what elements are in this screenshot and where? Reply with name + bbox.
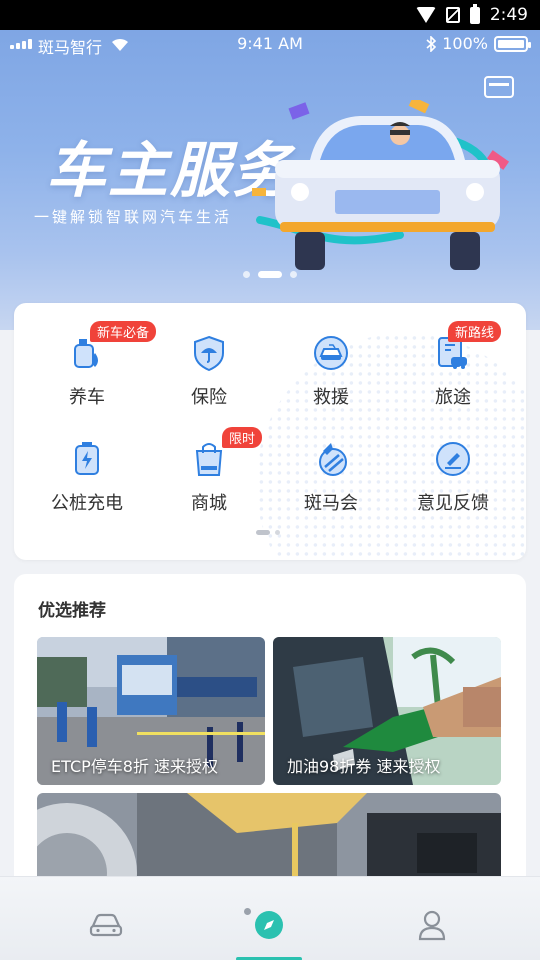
battery-percent: 100% bbox=[442, 34, 488, 53]
compass-icon bbox=[255, 911, 283, 939]
services-pagination bbox=[256, 530, 280, 535]
battery-icon bbox=[494, 35, 531, 52]
recommend-caption: 加油98折券 速来授权 bbox=[287, 757, 441, 776]
wifi-icon bbox=[415, 7, 436, 23]
service-label: 救援 bbox=[313, 387, 349, 408]
service-label: 斑马会 bbox=[304, 493, 358, 514]
service-charging[interactable]: 公桩充电 bbox=[26, 439, 148, 515]
charging-icon bbox=[75, 442, 99, 475]
nav-car[interactable] bbox=[86, 905, 126, 945]
service-feedback[interactable]: 意见反馈 bbox=[392, 439, 514, 515]
recommend-caption: ETCP停车8折 速来授权 bbox=[51, 757, 219, 776]
bluetooth-icon bbox=[426, 35, 437, 52]
service-label: 旅途 bbox=[435, 387, 471, 408]
service-label: 意见反馈 bbox=[417, 493, 489, 514]
service-badge: 限时 bbox=[222, 427, 263, 448]
car-illustration-icon bbox=[252, 100, 510, 270]
recommend-card-fuel[interactable]: 加油98折券 速来授权 bbox=[273, 637, 501, 785]
message-icon[interactable] bbox=[484, 76, 514, 98]
app-status-bar: 斑马智行 9:41 AM 100% bbox=[0, 30, 540, 58]
insurance-umbrella-icon bbox=[194, 335, 224, 372]
service-rescue[interactable]: 救援 bbox=[270, 333, 392, 409]
feedback-icon bbox=[436, 442, 470, 476]
profile-icon bbox=[418, 910, 446, 941]
service-badge: 新路线 bbox=[448, 321, 502, 342]
banner-subtitle: 一键解锁智联网汽车生活 bbox=[34, 208, 233, 226]
service-grid: 新车必备 养车 保险 救援 新路线 旅途 公桩充电 限时 商城 斑马会 意见反馈 bbox=[14, 321, 526, 515]
service-zebra-club[interactable]: 斑马会 bbox=[270, 439, 392, 515]
service-label: 养车 bbox=[69, 387, 105, 408]
services-card: 新车必备 养车 保险 救援 新路线 旅途 公桩充电 限时 商城 斑马会 意见反馈 bbox=[14, 303, 526, 560]
recommend-card-parking[interactable]: ETCP停车8折 速来授权 bbox=[37, 637, 265, 785]
service-badge: 新车必备 bbox=[90, 321, 157, 342]
service-insurance[interactable]: 保险 bbox=[148, 333, 270, 409]
car-icon bbox=[89, 913, 123, 937]
hero-banner[interactable]: 斑马智行 9:41 AM 100% 车主服务 一键解锁智联网汽车生活 bbox=[0, 30, 540, 330]
no-sim-icon bbox=[445, 7, 460, 23]
banner-pagination bbox=[0, 271, 540, 278]
nav-profile[interactable] bbox=[412, 905, 452, 945]
section-title: 优选推荐 bbox=[38, 601, 106, 621]
service-trip[interactable]: 新路线 旅途 bbox=[392, 321, 514, 409]
system-time: 2:49 bbox=[489, 5, 528, 25]
service-label: 公桩充电 bbox=[51, 493, 123, 514]
battery-icon bbox=[469, 3, 480, 24]
service-mall[interactable]: 限时 商城 bbox=[148, 427, 270, 515]
nav-discover[interactable] bbox=[249, 905, 289, 945]
service-car-care[interactable]: 新车必备 养车 bbox=[26, 321, 157, 409]
rescue-car-icon bbox=[314, 336, 348, 370]
service-label: 保险 bbox=[191, 387, 227, 408]
zebra-club-icon bbox=[319, 443, 347, 476]
bottom-nav bbox=[0, 876, 540, 960]
system-status-bar: 2:49 bbox=[0, 0, 540, 30]
recommend-section: 优选推荐 ETCP停车8折 速来授权 加油98折券 速来授权 bbox=[14, 574, 526, 894]
service-label: 商城 bbox=[191, 493, 227, 514]
